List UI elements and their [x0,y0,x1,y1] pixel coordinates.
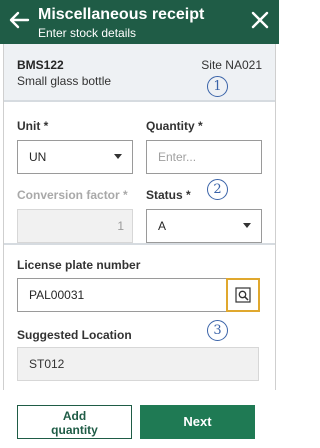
section-marker-2: 2 [207,179,228,200]
conversion-factor-label: Conversion factor * [17,188,128,202]
suggested-location-value: ST012 [29,357,65,371]
quantity-input[interactable]: Enter... [146,140,262,174]
item-code: BMS122 [17,58,64,72]
conversion-factor-value: 1 [117,219,124,233]
license-plate-label: License plate number [17,258,141,272]
page-title: Miscellaneous receipt [38,6,205,23]
chevron-down-icon [114,154,122,159]
unit-value: UN [29,150,47,164]
add-quantity-label-line1: Add [62,409,87,423]
item-summary-section: BMS122 Small glass bottle Site NA021 1 [4,44,275,102]
section-marker-3: 3 [207,320,228,341]
location-section: License plate number PAL00031 3 Suggeste… [4,245,275,390]
license-plate-lookup-button[interactable] [226,278,260,312]
page-subtitle: Enter stock details [38,26,137,40]
site-label: Site NA021 [201,58,262,72]
section-marker-1: 1 [207,76,228,97]
license-plate-input[interactable]: PAL00031 [17,278,227,312]
status-value: A [158,219,167,233]
conversion-factor-field: 1 [17,209,133,243]
quantity-label: Quantity * [146,119,203,133]
unit-select[interactable]: UN [17,140,133,174]
unit-label: Unit * [17,119,49,133]
chevron-down-icon [243,223,251,228]
next-button[interactable]: Next [140,405,255,439]
suggested-location-label: Suggested Location [17,328,132,342]
quantity-placeholder: Enter... [158,150,197,164]
search-icon [235,287,251,303]
close-icon[interactable] [251,11,269,29]
app-header: Miscellaneous receipt Enter stock detail… [0,0,279,44]
back-arrow-icon[interactable] [8,9,30,31]
item-description: Small glass bottle [17,74,112,88]
stock-details-form: BMS122 Small glass bottle Site NA021 1 U… [3,44,276,390]
license-plate-value: PAL00031 [29,288,85,302]
add-quantity-button[interactable]: Add quantity [17,405,132,439]
add-quantity-label-line2: quantity [51,423,98,437]
status-label: Status * [146,188,191,202]
suggested-location-field: ST012 [17,347,259,381]
quantity-section: Unit * UN Quantity * Enter... Conversion… [4,102,275,245]
status-select[interactable]: A [146,209,262,243]
